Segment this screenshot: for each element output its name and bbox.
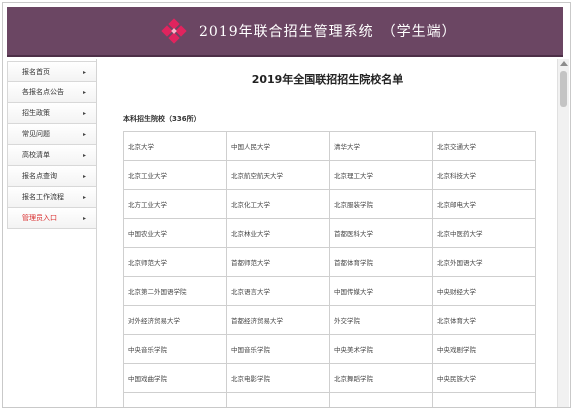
table-cell: 北京师范大学 [123,247,227,277]
app-header: 2019年联合招生管理系统 （学生端） [7,7,563,57]
sidebar-item-site-search[interactable]: 报名点查询 ▸ [7,166,97,187]
table-row: 北京大学 中国人民大学 清华大学 北京交通大学 [123,131,536,161]
table-cell: 北京邮电大学 [432,189,536,219]
arrow-right-icon: ▸ [82,69,86,76]
diamond-logo-icon [161,18,187,44]
table-cell: 中国人民大学 [226,131,330,161]
table-cell: 北京理工大学 [329,160,433,190]
table-row [123,392,536,407]
table-cell: 北京科技大学 [432,160,536,190]
table-cell: 北京语言大学 [226,276,330,306]
arrow-right-icon: ▸ [82,131,86,138]
table-row: 对外经济贸易大学 首都经济贸易大学 外交学院 北京体育大学 [123,305,536,335]
sidebar-item-label: 报名点查询 [22,172,57,180]
app-window: 2019年联合招生管理系统 （学生端） 报名首页 ▸ 各报名点公告 ▸ 招生政策… [2,2,571,408]
sidebar-item-faq[interactable]: 常见问题 ▸ [7,124,97,145]
sidebar-item-label: 报名首页 [22,68,50,76]
table-cell: 中国音乐学院 [226,334,330,364]
scroll-thumb[interactable] [560,71,567,107]
table-row: 北京工业大学 北京航空航天大学 北京理工大学 北京科技大学 [123,160,536,190]
table-cell [226,392,330,407]
table-row: 北京第二外国语学院 北京语言大学 中国传媒大学 中央财经大学 [123,276,536,306]
table-cell [432,392,536,407]
table-cell: 北京交通大学 [432,131,536,161]
table-cell: 首都医科大学 [329,218,433,248]
table-row: 北方工业大学 北京化工大学 北京服装学院 北京邮电大学 [123,189,536,219]
table-cell [329,392,433,407]
sidebar-item-school-list[interactable]: 高校清单 ▸ [7,145,97,166]
table-cell: 北方工业大学 [123,189,227,219]
table-cell: 中央财经大学 [432,276,536,306]
table-row: 中国戏曲学院 北京电影学院 北京舞蹈学院 中央民族大学 [123,363,536,393]
sidebar-item-label: 报名工作流程 [22,193,64,201]
sidebar-nav: 报名首页 ▸ 各报名点公告 ▸ 招生政策 ▸ 常见问题 ▸ 高校清单 ▸ 报名点… [7,61,97,229]
table-cell: 首都师范大学 [226,247,330,277]
main-content: 2019年全国联招招生院校名单 本科招生院校（336所） 北京大学 中国人民大学清… [96,59,558,407]
table-cell: 中央民族大学 [432,363,536,393]
table-cell: 外交学院 [329,305,433,335]
table-row: 中国农业大学 北京林业大学 首都医科大学 北京中医药大学 [123,218,536,248]
table-cell: 中国传媒大学 [329,276,433,306]
sidebar-item-label: 各报名点公告 [22,88,64,96]
table-cell: 北京工业大学 [123,160,227,190]
table-cell: 首都体育学院 [329,247,433,277]
arrow-right-icon: ▸ [82,89,86,96]
table-cell: 北京体育大学 [432,305,536,335]
arrow-right-icon: ▸ [82,194,86,201]
scroll-up-icon[interactable] [560,61,568,66]
table-row: 中央音乐学院 中国音乐学院 中央美术学院 中央戏剧学院 [123,334,536,364]
arrow-right-icon: ▸ [82,152,86,159]
table-cell: 北京化工大学 [226,189,330,219]
table-row: 北京师范大学 首都师范大学 首都体育学院 北京外国语大学 [123,247,536,277]
table-cell: 对外经济贸易大学 [123,305,227,335]
table-cell [123,392,227,407]
table-cell: 北京航空航天大学 [226,160,330,190]
table-cell: 中央美术学院 [329,334,433,364]
sidebar-item-home[interactable]: 报名首页 ▸ [7,61,97,82]
sidebar-item-announcements[interactable]: 各报名点公告 ▸ [7,82,97,103]
arrow-right-icon: ▸ [82,173,86,180]
arrow-right-icon: ▸ [82,110,86,117]
table-cell: 北京第二外国语学院 [123,276,227,306]
sidebar-item-label: 高校清单 [22,151,50,159]
table-cell: 中央戏剧学院 [432,334,536,364]
table-cell: 首都经济贸易大学 [226,305,330,335]
sidebar-item-policy[interactable]: 招生政策 ▸ [7,103,97,124]
table-cell: 北京电影学院 [226,363,330,393]
school-table: 北京大学 中国人民大学 清华大学 北京交通大学 北京工业大学 北京航空航天大学 北京理工大学… [123,131,536,407]
sidebar-item-label: 常见问题 [22,130,50,138]
table-cell: 北京大学 [123,131,227,161]
sidebar-item-label: 招生政策 [22,109,50,117]
sidebar-item-admin[interactable]: 管理员入口 ▸ [7,208,97,229]
vertical-scrollbar[interactable] [557,59,569,407]
sidebar-item-workflow[interactable]: 报名工作流程 ▸ [7,187,97,208]
table-cell: 中国农业大学 [123,218,227,248]
table-cell: 北京外国语大学 [432,247,536,277]
table-cell: 北京林业大学 [226,218,330,248]
arrow-right-icon: ▸ [82,215,86,222]
table-cell: 北京服装学院 [329,189,433,219]
sidebar-item-label: 管理员入口 [22,214,57,222]
table-cell: 清华大学 [329,131,433,161]
app-title: 2019年联合招生管理系统 （学生端） [199,24,457,40]
table-cell: 中央音乐学院 [123,334,227,364]
table-cell: 北京舞蹈学院 [329,363,433,393]
table-cell: 中国戏曲学院 [123,363,227,393]
page-title: 2019年全国联招招生院校名单 [251,73,404,86]
section-label: 本科招生院校（336所） [123,115,201,123]
table-cell: 北京中医药大学 [432,218,536,248]
